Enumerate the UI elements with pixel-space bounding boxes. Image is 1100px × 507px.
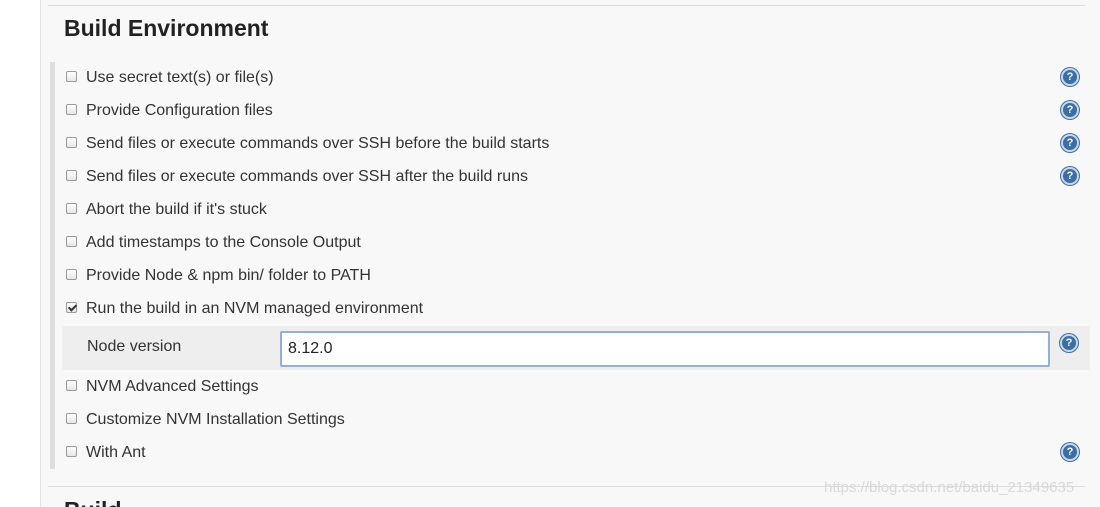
option-label: Abort the build if it's stuck — [86, 201, 267, 218]
option-label: Use secret text(s) or file(s) — [86, 69, 274, 86]
checkbox-checked-icon[interactable] — [66, 302, 77, 313]
section-divider — [48, 5, 1085, 6]
watermark: https://blog.csdn.net/baidu_21349635 — [824, 479, 1075, 496]
help-icon[interactable]: ? — [1061, 134, 1079, 152]
jenkins-config-page: Build Environment Use secret text(s) or … — [0, 0, 1100, 507]
help-icon[interactable]: ? — [1061, 443, 1079, 461]
option-add-timestamps[interactable]: Add timestamps to the Console Output — [62, 227, 1087, 260]
option-ssh-after-build[interactable]: Send files or execute commands over SSH … — [62, 161, 1087, 194]
option-provide-configuration-files[interactable]: Provide Configuration files ? — [62, 95, 1087, 128]
option-label: Run the build in an NVM managed environm… — [86, 300, 424, 317]
option-customize-nvm-installation[interactable]: Customize NVM Installation Settings — [62, 404, 1087, 437]
option-provide-node-npm[interactable]: Provide Node & npm bin/ folder to PATH — [62, 260, 1087, 293]
help-icon[interactable]: ? — [1061, 101, 1079, 119]
checkbox-icon[interactable] — [66, 413, 77, 424]
option-nvm-managed-environment[interactable]: Run the build in an NVM managed environm… — [62, 293, 1087, 326]
help-icon[interactable]: ? — [1061, 68, 1079, 86]
node-version-row: Node version ? — [62, 326, 1090, 370]
option-label: With Ant — [86, 444, 146, 461]
option-label: Send files or execute commands over SSH … — [86, 135, 550, 152]
option-ssh-before-build[interactable]: Send files or execute commands over SSH … — [62, 128, 1087, 161]
checkbox-icon[interactable] — [66, 104, 77, 115]
option-with-ant[interactable]: With Ant ? — [62, 437, 1087, 470]
next-section-title: Build — [64, 496, 122, 507]
option-abort-if-stuck[interactable]: Abort the build if it's stuck — [62, 194, 1087, 227]
node-version-label: Node version — [87, 338, 182, 355]
node-version-input[interactable] — [280, 331, 1050, 367]
section-indent-bar — [50, 62, 55, 469]
checkbox-icon[interactable] — [66, 170, 77, 181]
checkbox-icon[interactable] — [66, 380, 77, 391]
checkbox-icon[interactable] — [66, 137, 77, 148]
option-label: Customize NVM Installation Settings — [86, 411, 345, 428]
checkbox-icon[interactable] — [66, 269, 77, 280]
help-icon[interactable]: ? — [1060, 334, 1078, 352]
checkbox-icon[interactable] — [66, 203, 77, 214]
section-title: Build Environment — [64, 15, 269, 41]
option-use-secret-text[interactable]: Use secret text(s) or file(s) ? — [62, 62, 1087, 95]
option-nvm-advanced-settings[interactable]: NVM Advanced Settings — [62, 371, 1087, 404]
option-label: Send files or execute commands over SSH … — [86, 168, 528, 185]
checkbox-icon[interactable] — [66, 446, 77, 457]
checkbox-icon[interactable] — [66, 71, 77, 82]
option-label: Provide Node & npm bin/ folder to PATH — [86, 267, 371, 284]
option-label: NVM Advanced Settings — [86, 378, 259, 395]
option-label: Provide Configuration files — [86, 102, 273, 119]
checkbox-icon[interactable] — [66, 236, 77, 247]
help-icon[interactable]: ? — [1061, 167, 1079, 185]
option-label: Add timestamps to the Console Output — [86, 234, 361, 251]
